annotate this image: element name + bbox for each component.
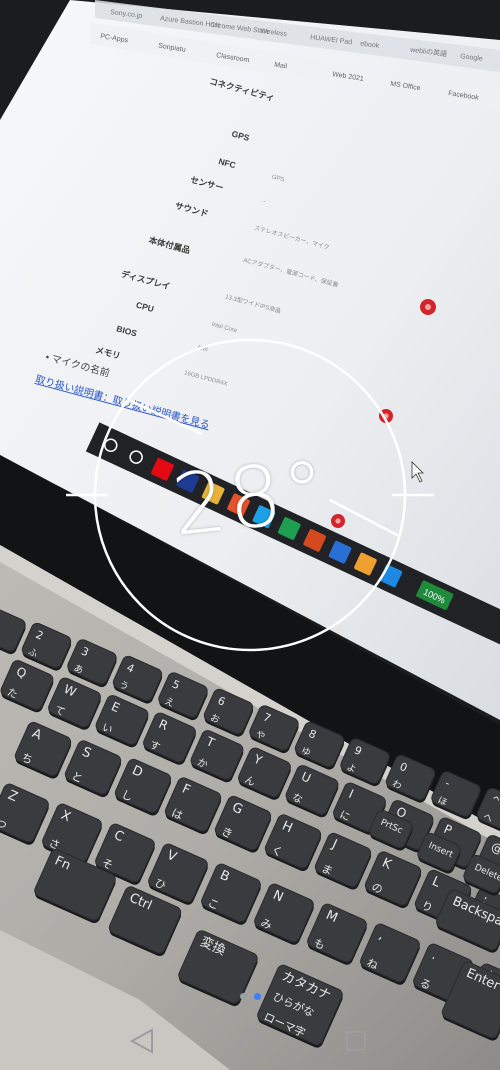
recents-square-icon[interactable] <box>338 1026 374 1056</box>
back-triangle-icon[interactable] <box>124 1026 160 1056</box>
home-circle-icon[interactable] <box>232 1026 268 1056</box>
page-dot-1[interactable] <box>240 993 247 1000</box>
page-dot-2[interactable] <box>254 993 261 1000</box>
angle-readout: 28° <box>167 441 333 555</box>
page-indicator <box>236 993 266 1003</box>
android-nav-bar <box>0 1012 500 1070</box>
